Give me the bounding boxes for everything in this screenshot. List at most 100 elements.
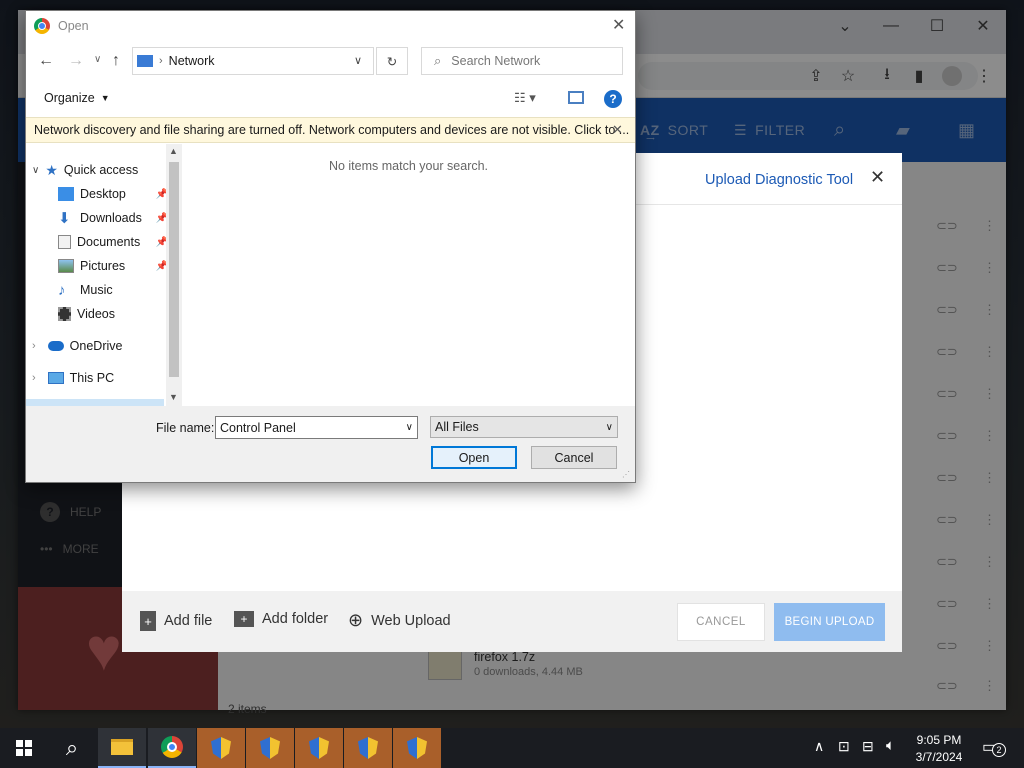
start-button[interactable] — [0, 728, 48, 768]
address-dropdown-icon[interactable]: ∨ — [354, 54, 362, 67]
navigation-pane: ∨ ★ Quick access Desktop 📌 ⬇ Downloads 📌… — [26, 144, 182, 406]
dropdown-icon: ▼ — [100, 93, 110, 103]
uac-shield-icon[interactable] — [344, 728, 392, 768]
change-view-icon[interactable]: ☷ ▾ — [514, 90, 536, 106]
add-file-button[interactable]: + Add file — [140, 611, 212, 631]
resize-grip-icon[interactable]: ⋰ — [622, 470, 630, 479]
documents-icon — [58, 235, 71, 249]
videos-icon — [58, 307, 71, 321]
file-name-value: Control Panel — [220, 420, 296, 435]
file-type-value: All Files — [435, 420, 479, 434]
network-info-bar[interactable]: Network discovery and file sharing are t… — [26, 117, 635, 143]
add-folder-label: Add folder — [262, 611, 329, 627]
forward-arrow-icon[interactable]: → — [68, 52, 84, 70]
scroll-thumb[interactable] — [169, 162, 179, 377]
search-icon[interactable]: ⌕ — [48, 728, 96, 768]
expand-chevron-icon: › — [32, 372, 36, 384]
cancel-button[interactable]: Cancel — [531, 446, 617, 469]
file-type-select[interactable]: All Files ∨ — [430, 416, 618, 438]
notification-badge: 2 — [992, 743, 1006, 757]
security-alert-icon[interactable]: ⊡ — [838, 738, 850, 755]
breadcrumb-network[interactable]: Network — [169, 54, 215, 68]
cancel-upload-button[interactable]: CANCEL — [677, 603, 765, 641]
breadcrumb-chevron-icon: › — [159, 55, 163, 67]
nav-item-label: Downloads — [80, 211, 142, 225]
open-file-dialog: Open ✕ ← → ∨ ↑ › Network ∨ ↻ ⌕ Search Ne… — [25, 10, 636, 483]
taskbar: ⌕ ∧ ⊡ ⊟ 🔈︎ 9:05 PM 3/7/2024 ▭ 2 — [0, 728, 1024, 768]
music-icon: ♪ — [58, 281, 66, 299]
chrome-icon[interactable] — [148, 728, 196, 768]
nav-quick-access[interactable]: ∨ ★ Quick access — [32, 159, 138, 181]
nav-network-selected[interactable] — [26, 399, 164, 406]
add-folder-button[interactable]: + Add folder — [234, 611, 328, 627]
show-hidden-icons[interactable]: ∧ — [814, 738, 824, 755]
uac-shield-icon[interactable] — [393, 728, 441, 768]
onedrive-label: OneDrive — [69, 339, 123, 353]
dropdown-chevron-icon[interactable]: ∨ — [406, 422, 413, 433]
quick-access-label: Quick access — [63, 163, 139, 177]
close-modal-icon[interactable]: ✕ — [870, 167, 885, 188]
uac-shield-icon[interactable] — [197, 728, 245, 768]
begin-upload-button[interactable]: BEGIN UPLOAD — [774, 603, 885, 641]
desktop-icon — [58, 187, 74, 201]
this-pc-label: This PC — [69, 371, 115, 385]
recent-locations-icon[interactable]: ∨ — [94, 54, 101, 65]
nav-scrollbar[interactable]: ▲ ▼ — [166, 144, 182, 406]
refresh-icon[interactable]: ↻ — [376, 47, 408, 75]
collapse-chevron-icon: ∨ — [32, 164, 40, 176]
file-explorer-icon[interactable] — [98, 728, 146, 768]
back-arrow-icon[interactable]: ← — [38, 52, 54, 70]
nav-item-music[interactable]: ♪ Music — [58, 279, 113, 301]
cloud-icon — [47, 341, 64, 351]
close-info-bar-icon[interactable]: ✕ — [612, 122, 623, 138]
info-bar-text: Network discovery and file sharing are t… — [34, 123, 630, 137]
nav-onedrive[interactable]: › OneDrive — [32, 335, 122, 357]
upload-diagnostic-link[interactable]: Upload Diagnostic Tool — [705, 172, 853, 188]
network-icon — [137, 55, 153, 67]
web-upload-label: Web Upload — [371, 612, 451, 629]
dialog-title: Open — [58, 19, 89, 33]
nav-item-label: Music — [80, 283, 113, 297]
close-dialog-icon[interactable]: ✕ — [612, 15, 625, 35]
uac-shield-icon[interactable] — [295, 728, 343, 768]
pictures-icon — [58, 259, 74, 273]
dialog-footer: File name: Control Panel ∨ All Files ∨ O… — [26, 406, 635, 482]
nav-item-documents[interactable]: Documents 📌 — [58, 231, 168, 253]
uac-shield-icon[interactable] — [246, 728, 294, 768]
nav-item-downloads[interactable]: ⬇ Downloads 📌 — [58, 207, 168, 229]
clock-date[interactable]: 3/7/2024 — [906, 750, 972, 764]
add-file-label: Add file — [164, 613, 213, 629]
preview-pane-icon[interactable] — [568, 91, 584, 104]
search-icon: ⌕ — [434, 53, 442, 68]
nav-item-videos[interactable]: Videos — [58, 303, 115, 325]
file-list-pane: No items match your search. — [182, 144, 635, 406]
web-upload-button[interactable]: ⊕ Web Upload — [348, 610, 451, 631]
dropdown-chevron-icon: ∨ — [605, 421, 613, 433]
network-status-icon[interactable]: ⊟ — [862, 738, 874, 755]
add-file-icon: + — [140, 611, 156, 631]
file-name-label: File name: — [156, 421, 215, 435]
nav-item-label: Desktop — [80, 187, 126, 201]
scroll-down-icon[interactable]: ▼ — [169, 392, 178, 402]
globe-icon: ⊕ — [348, 610, 364, 630]
search-placeholder: Search Network — [451, 54, 541, 68]
nav-item-label: Videos — [77, 307, 115, 321]
organize-button[interactable]: Organize ▼ — [44, 91, 110, 105]
file-name-input[interactable]: Control Panel ∨ — [215, 416, 418, 439]
download-folder-icon: ⬇ — [58, 210, 71, 227]
search-network-input[interactable]: ⌕ Search Network — [421, 47, 623, 75]
notification-center-icon[interactable]: ▭ 2 — [982, 737, 1010, 759]
nav-item-pictures[interactable]: Pictures 📌 — [58, 255, 168, 277]
address-breadcrumb[interactable]: › Network — [132, 47, 374, 75]
organize-label: Organize — [44, 91, 95, 105]
open-button[interactable]: Open — [431, 446, 517, 469]
volume-muted-icon[interactable]: 🔈︎ — [886, 737, 895, 754]
chrome-icon — [34, 18, 50, 34]
clock-time[interactable]: 9:05 PM — [906, 733, 972, 747]
scroll-up-icon[interactable]: ▲ — [169, 146, 178, 156]
windows-logo-icon — [16, 740, 32, 756]
up-arrow-icon[interactable]: ↑ — [112, 52, 120, 70]
nav-this-pc[interactable]: › This PC — [32, 367, 114, 389]
nav-item-desktop[interactable]: Desktop 📌 — [58, 183, 168, 205]
help-icon[interactable]: ? — [604, 90, 622, 108]
